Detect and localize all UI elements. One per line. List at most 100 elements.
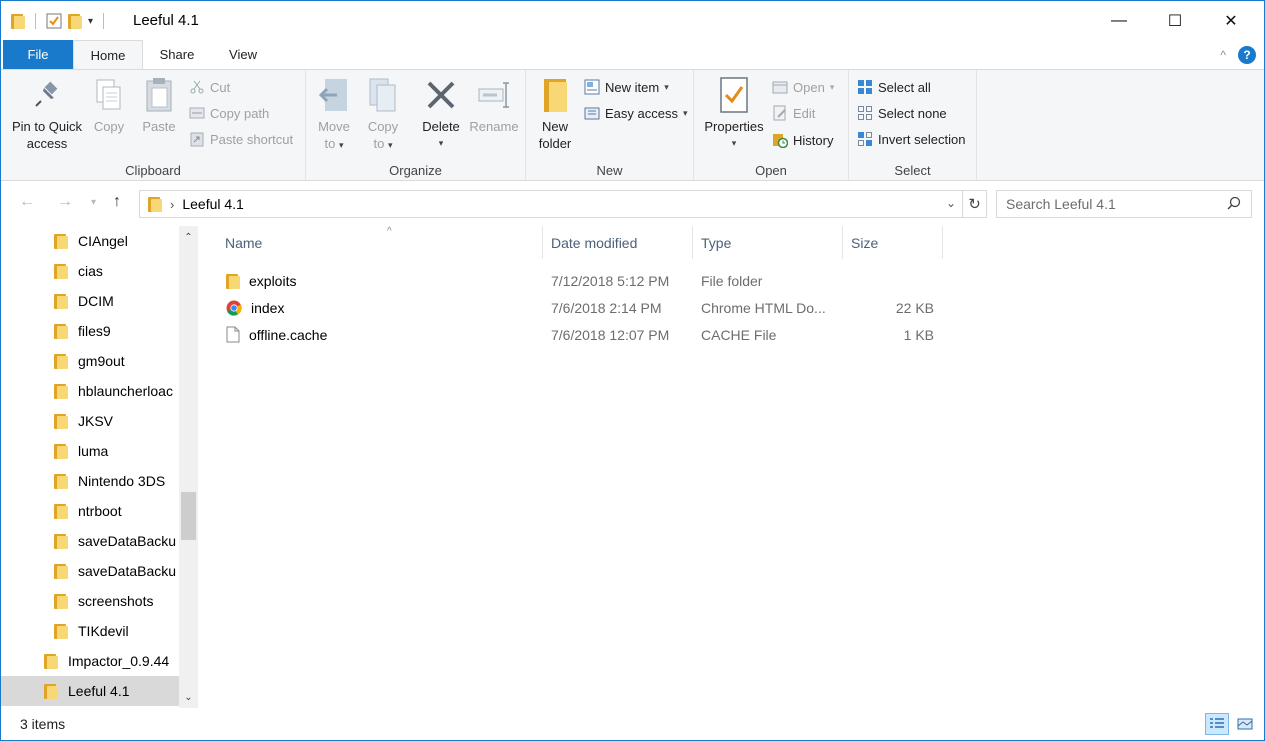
large-icons-view-button[interactable] <box>1233 713 1257 735</box>
ribbon-tabs: File Home Share View ^ ? <box>1 40 1264 70</box>
nav-tree-item[interactable]: ntrboot <box>1 496 179 526</box>
forward-arrow-icon[interactable]: → <box>57 193 73 211</box>
scroll-up-icon[interactable]: ⌃ <box>179 228 198 246</box>
sort-ascending-icon: ^ <box>387 226 392 237</box>
paste-label: Paste <box>142 119 176 134</box>
select-group: Select all Select none Invert selection … <box>849 70 977 180</box>
file-date-cell: 7/6/2018 2:14 PM <box>551 299 662 316</box>
column-type-label: Type <box>701 234 732 251</box>
nav-tree-item[interactable]: gm9out <box>1 346 179 376</box>
address-dropdown-icon[interactable]: ⌄ <box>946 196 956 210</box>
copy-path-button[interactable]: Copy path <box>189 102 269 124</box>
tab-file[interactable]: File <box>3 40 73 69</box>
address-bar[interactable]: › Leeful 4.1 ⌄ <box>139 190 963 218</box>
copy-to-button[interactable]: Copy to ▾ <box>363 76 403 154</box>
file-name-cell[interactable]: index <box>226 294 526 321</box>
paste-shortcut-button[interactable]: Paste shortcut <box>189 128 293 150</box>
file-row[interactable]: exploits 7/12/2018 5:12 PM File folder <box>218 267 948 294</box>
search-icon <box>1227 196 1241 213</box>
recent-locations-chevron-icon[interactable]: ▾ <box>91 197 96 208</box>
column-header-size[interactable]: Size <box>843 226 943 259</box>
file-row[interactable]: index 7/6/2018 2:14 PM Chrome HTML Do... 22… <box>218 294 948 321</box>
cut-label: Cut <box>210 79 231 95</box>
properties-button[interactable]: Properties ▾ <box>702 76 766 152</box>
search-placeholder: Search Leeful 4.1 <box>1006 196 1116 212</box>
select-none-button[interactable]: Select none <box>857 102 947 124</box>
properties-dropdown-icon[interactable]: ▾ <box>732 135 737 152</box>
item-count: 3 items <box>20 716 66 732</box>
help-icon[interactable]: ? <box>1238 46 1256 64</box>
window-title: Leeful 4.1 <box>133 12 199 29</box>
file-type-cell: Chrome HTML Do... <box>701 299 826 316</box>
select-none-icon <box>857 105 873 121</box>
open-icon <box>772 79 788 95</box>
collapse-ribbon-icon[interactable]: ^ <box>1220 48 1226 62</box>
scroll-thumb[interactable] <box>181 492 196 540</box>
breadcrumb-current[interactable]: Leeful 4.1 <box>182 196 244 212</box>
column-header-date[interactable]: Date modified <box>543 226 693 259</box>
nav-tree-item[interactable]: files9 <box>1 316 179 346</box>
invert-selection-label: Invert selection <box>878 131 966 147</box>
file-row[interactable]: offline.cache 7/6/2018 12:07 PM CACHE File… <box>218 321 948 348</box>
properties-qat-icon[interactable] <box>46 13 62 29</box>
paste-button[interactable]: Paste <box>137 76 181 135</box>
nav-tree-item[interactable]: Nintendo 3DS <box>1 466 179 496</box>
edit-button[interactable]: Edit <box>772 102 815 124</box>
nav-tree-item[interactable]: screenshots <box>1 586 179 616</box>
refresh-button[interactable]: ↻ <box>962 190 987 218</box>
column-header-type[interactable]: Type <box>693 226 843 259</box>
file-size-cell: 22 KB <box>895 299 934 316</box>
invert-selection-button[interactable]: Invert selection <box>857 128 965 150</box>
select-all-icon <box>857 79 873 95</box>
close-button[interactable]: ✕ <box>1202 1 1260 40</box>
cut-button[interactable]: Cut <box>189 76 230 98</box>
new-folder-qat-icon[interactable] <box>68 13 82 29</box>
nav-scrollbar[interactable]: ⌃ ⌄ <box>179 226 198 708</box>
open-button[interactable]: Open ▾ <box>772 76 834 98</box>
copy-button[interactable]: Copy <box>89 76 129 135</box>
nav-tree-item[interactable]: saveDataBacku <box>1 526 179 556</box>
nav-tree-item[interactable]: cias <box>1 256 179 286</box>
folder-icon <box>44 683 58 699</box>
move-to-button[interactable]: Move to ▾ <box>314 76 354 154</box>
breadcrumb-chevron-icon[interactable]: › <box>170 197 174 212</box>
nav-tree-item[interactable]: JKSV <box>1 406 179 436</box>
file-name: offline.cache <box>249 326 328 343</box>
divider <box>103 13 105 29</box>
up-arrow-icon[interactable]: ↑ <box>113 193 121 211</box>
new-item-button[interactable]: New item ▾ <box>584 76 669 98</box>
rename-button[interactable]: Rename <box>466 76 522 135</box>
history-button[interactable]: History <box>772 129 833 151</box>
paste-icon <box>142 76 176 114</box>
nav-tree-item[interactable]: hblauncherloac <box>1 376 179 406</box>
nav-tree-item[interactable]: Impactor_0.9.44 <box>1 646 179 676</box>
nav-tree-item-label: luma <box>78 443 109 459</box>
search-input[interactable]: Search Leeful 4.1 <box>996 190 1252 218</box>
nav-tree-item[interactable]: Leeful 4.1 <box>1 676 179 706</box>
maximize-button[interactable]: ☐ <box>1146 1 1204 40</box>
file-name-cell[interactable]: exploits <box>226 267 526 294</box>
column-header-name[interactable]: Name ^ <box>217 226 543 259</box>
minimize-button[interactable]: — <box>1090 1 1148 40</box>
nav-tree-item[interactable]: DCIM <box>1 286 179 316</box>
folder-icon <box>44 653 58 669</box>
copy-label: Copy <box>93 119 125 134</box>
delete-button[interactable]: Delete ▾ <box>418 76 464 152</box>
pin-to-quick-access-button[interactable]: Pin to Quick access <box>9 76 85 152</box>
nav-tree-item[interactable]: saveDataBacku <box>1 556 179 586</box>
tab-view[interactable]: View <box>211 40 275 69</box>
back-arrow-icon[interactable]: ← <box>19 193 35 211</box>
scroll-down-icon[interactable]: ⌄ <box>179 688 198 706</box>
nav-tree-item[interactable]: luma <box>1 436 179 466</box>
file-name-cell[interactable]: offline.cache <box>226 321 526 348</box>
new-folder-button[interactable]: New folder <box>532 76 578 152</box>
tab-home[interactable]: Home <box>73 40 143 70</box>
select-all-button[interactable]: Select all <box>857 76 931 98</box>
tab-share[interactable]: Share <box>147 40 207 69</box>
nav-tree-item[interactable]: CIAngel <box>1 226 179 256</box>
easy-access-button[interactable]: Easy access ▾ <box>584 102 688 124</box>
nav-tree-item[interactable]: TIKdevil <box>1 616 179 646</box>
delete-dropdown-icon[interactable]: ▾ <box>439 135 444 152</box>
details-view-button[interactable] <box>1205 713 1229 735</box>
customize-qat-icon[interactable]: ▾ <box>88 16 93 27</box>
